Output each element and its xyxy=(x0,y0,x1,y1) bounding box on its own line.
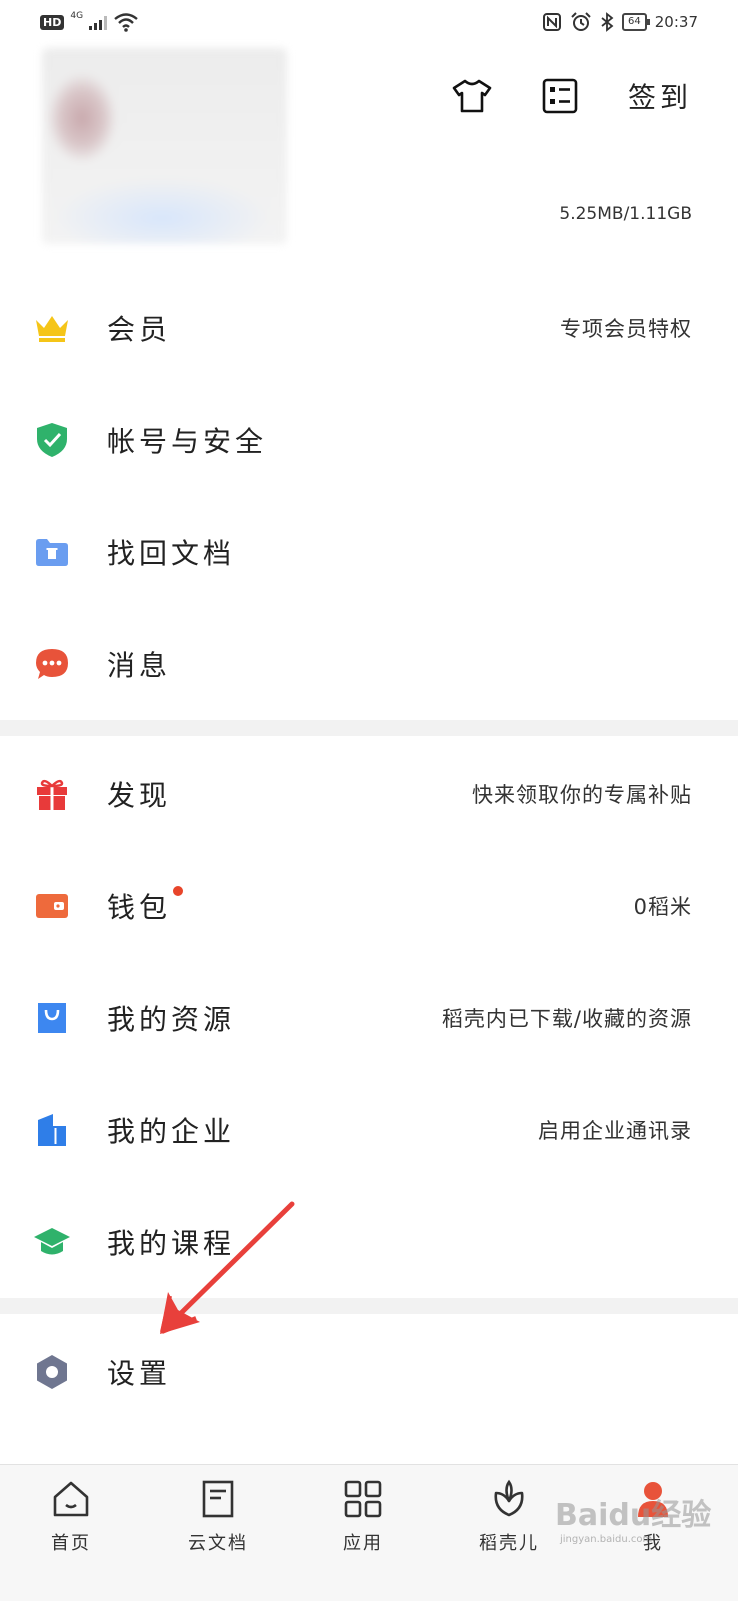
menu-item-wallet[interactable]: 钱包 0稻米 xyxy=(0,850,738,962)
hd-badge: HD xyxy=(40,14,65,30)
menu-item-vip[interactable]: 会员 专项会员特权 xyxy=(0,272,738,384)
network-type: 4G xyxy=(70,11,84,21)
shield-icon xyxy=(32,420,72,460)
nav-label: 云文档 xyxy=(188,1533,248,1554)
menu-label: 会员 xyxy=(107,313,172,346)
menu-sub: 启用企业通讯录 xyxy=(538,1119,692,1143)
baidu-watermark-url: jingyan.baidu.com xyxy=(560,1534,653,1545)
building-icon xyxy=(32,1110,72,1150)
menu-label: 我的企业 xyxy=(107,1115,236,1148)
menu-label: 发现 xyxy=(107,779,172,812)
notification-dot xyxy=(173,886,183,896)
profile-card-blurred[interactable] xyxy=(42,48,287,244)
menu-sub: 稻壳内已下载/收藏的资源 xyxy=(441,1007,692,1031)
section-divider xyxy=(0,720,738,736)
checklist-icon[interactable] xyxy=(540,76,580,116)
tshirt-icon[interactable] xyxy=(452,76,492,116)
menu-sub: 专项会员特权 xyxy=(560,317,692,341)
status-left: HD 4G xyxy=(40,11,139,32)
menu-item-settings[interactable]: 设置 xyxy=(0,1316,738,1428)
battery-icon: 64 xyxy=(622,13,650,31)
chat-bubble-icon xyxy=(32,644,72,684)
menu-label: 消息 xyxy=(107,649,172,682)
menu-item-messages[interactable]: 消息 xyxy=(0,608,738,720)
menu-label: 找回文档 xyxy=(107,537,236,570)
graduation-cap-icon xyxy=(32,1222,72,1262)
nav-label: 首页 xyxy=(51,1533,91,1554)
menu-item-my-courses[interactable]: 我的课程 xyxy=(0,1186,738,1298)
nav-apps[interactable]: 应用 xyxy=(308,1477,418,1555)
baidu-watermark: Baidu经验 xyxy=(555,1498,712,1533)
menu-item-my-resources[interactable]: 我的资源 稻壳内已下载/收藏的资源 xyxy=(0,962,738,1074)
menu-item-account-security[interactable]: 帐号与安全 xyxy=(0,384,738,496)
annotation-arrow xyxy=(160,1201,295,1334)
status-right: 64 20:37 xyxy=(542,12,698,32)
folder-trash-icon xyxy=(32,532,72,572)
settings-hexagon-icon xyxy=(32,1352,72,1392)
nav-docer[interactable]: 稻壳儿 xyxy=(454,1477,564,1555)
battery-level: 64 xyxy=(628,16,641,27)
menu-label: 钱包 xyxy=(107,891,172,924)
menu-label: 帐号与安全 xyxy=(107,425,268,458)
shopping-bag-icon xyxy=(32,998,72,1038)
bluetooth-icon xyxy=(601,12,614,32)
menu-sub: 0稻米 xyxy=(633,895,692,919)
menu-label: 设置 xyxy=(107,1357,172,1390)
section-divider xyxy=(0,1298,738,1314)
status-time: 20:37 xyxy=(654,13,698,31)
crown-icon xyxy=(32,308,72,348)
menu-item-discover[interactable]: 发现 快来领取你的专属补贴 xyxy=(0,738,738,850)
signal-icon xyxy=(89,14,108,30)
nav-home[interactable]: 首页 xyxy=(16,1477,126,1555)
gift-icon xyxy=(32,774,72,814)
nav-label: 稻壳儿 xyxy=(479,1533,539,1554)
nav-cloud-docs[interactable]: 云文档 xyxy=(163,1477,273,1555)
wifi-icon xyxy=(114,13,138,32)
wallet-icon xyxy=(32,886,72,926)
menu-sub: 快来领取你的专属补贴 xyxy=(472,783,692,807)
status-bar: HD 4G 64 20:37 xyxy=(0,0,738,50)
signin-button[interactable]: 签到 xyxy=(628,76,692,116)
header-actions: 签到 xyxy=(452,76,692,116)
leaf-icon xyxy=(454,1477,564,1521)
alarm-icon xyxy=(571,12,591,31)
menu-item-recover-docs[interactable]: 找回文档 xyxy=(0,496,738,608)
storage-usage: 5.25MB/1.11GB xyxy=(559,204,692,224)
menu-label: 我的资源 xyxy=(107,1003,236,1036)
grid-icon xyxy=(308,1477,418,1521)
document-icon xyxy=(163,1477,273,1521)
nav-label: 应用 xyxy=(343,1533,383,1554)
menu-item-my-enterprise[interactable]: 我的企业 启用企业通讯录 xyxy=(0,1074,738,1186)
nfc-icon xyxy=(543,13,562,31)
home-icon xyxy=(16,1477,126,1521)
